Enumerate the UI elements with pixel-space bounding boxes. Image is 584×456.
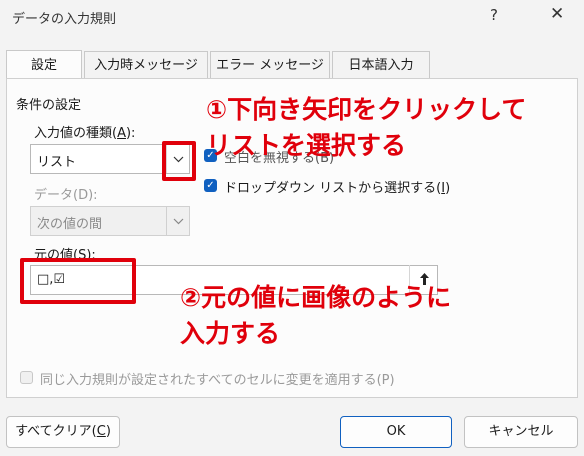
ok-button[interactable]: OK <box>340 416 452 448</box>
annotation-step1-line1: ①下向き矢印をクリックして <box>206 95 527 124</box>
tab-bar: 設定 入力時メッセージ エラー メッセージ 日本語入力 <box>0 50 584 79</box>
tab-settings[interactable]: 設定 <box>6 50 82 79</box>
annotation-step2-line1: ②元の値に画像のように <box>180 283 452 312</box>
tab-input-message[interactable]: 入力時メッセージ <box>84 51 208 78</box>
apply-all-label: 同じ入力規則が設定されたすべてのセルに変更を適用する(P) <box>40 373 395 388</box>
chevron-down-icon <box>166 207 189 235</box>
highlight-dropdown-arrow <box>162 141 196 181</box>
close-button[interactable]: ✕ <box>550 4 564 24</box>
dialog-title: データの入力規則 <box>12 12 117 27</box>
cancel-button[interactable]: キャンセル <box>464 416 578 448</box>
tab-error-message[interactable]: エラー メッセージ <box>210 51 330 78</box>
in-cell-dropdown-label: ドロップダウン リストから選択する(I) <box>224 181 451 196</box>
criteria-group-label: 条件の設定 <box>16 98 82 113</box>
in-cell-dropdown-checkbox[interactable]: ✓ <box>204 179 217 192</box>
allow-select-value: リスト <box>37 155 77 170</box>
tab-ime[interactable]: 日本語入力 <box>332 51 430 78</box>
clear-all-button[interactable]: すべてクリア(C) <box>6 416 120 448</box>
data-select-value: 次の値の間 <box>37 217 103 232</box>
allow-label: 入力値の種類(A): <box>34 126 136 141</box>
data-select: 次の値の間 <box>30 206 190 236</box>
data-label: データ(D): <box>34 188 98 203</box>
annotation-step2-line2: 入力する <box>180 319 281 348</box>
apply-all-checkbox <box>20 371 33 384</box>
help-button[interactable]: ? <box>490 6 498 24</box>
highlight-source-input <box>20 258 136 304</box>
annotation-step1-line2: リストを選択する <box>206 131 407 160</box>
